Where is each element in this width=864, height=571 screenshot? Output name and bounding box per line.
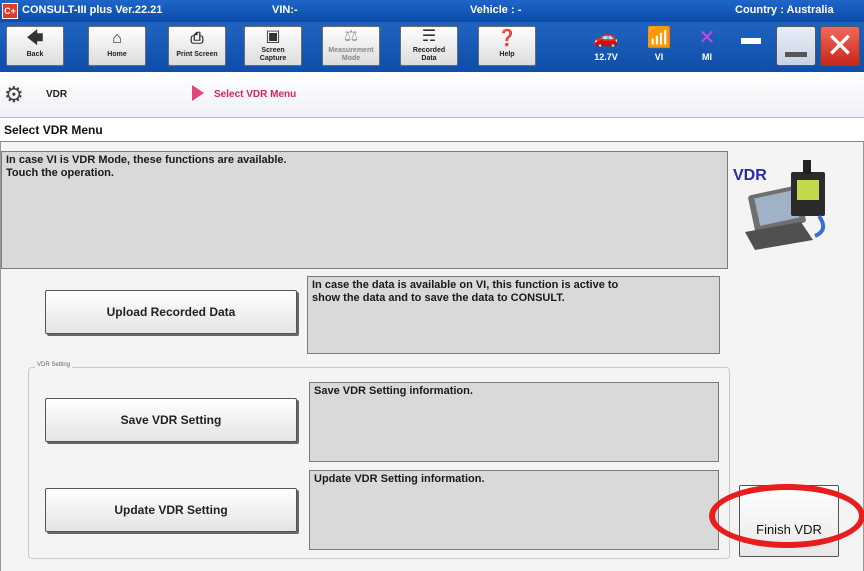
save-vdr-setting-button[interactable]: Save VDR Setting bbox=[45, 398, 297, 442]
breadcrumb: ⚙ VDR Select VDR Menu bbox=[0, 72, 864, 118]
measurement-icon: ⚖ bbox=[343, 28, 359, 45]
back-button[interactable]: 🡄 Back bbox=[6, 26, 64, 66]
app-title: CONSULT-III plus Ver.22.21 bbox=[22, 4, 163, 16]
toolbar: 🡄 Back ⌂ Home ⎙ Print Screen ▣ Screen Ca… bbox=[0, 22, 864, 72]
highlight-ring bbox=[709, 484, 864, 548]
help-icon: ❓ bbox=[497, 30, 517, 47]
back-arrow-icon: 🡄 bbox=[26, 30, 44, 47]
vehicle-label: Vehicle : - bbox=[470, 4, 522, 16]
save-description: Save VDR Setting information. bbox=[309, 382, 719, 462]
mi-disconnected-icon: ✕ bbox=[698, 27, 716, 49]
intro-box: In case VI is VDR Mode, these functions … bbox=[1, 151, 728, 269]
breadcrumb-current: Select VDR Menu bbox=[214, 89, 297, 100]
breadcrumb-arrow-icon bbox=[192, 85, 204, 101]
device-status: ▬ bbox=[736, 24, 766, 68]
update-vdr-setting-button[interactable]: Update VDR Setting bbox=[45, 488, 297, 532]
consult-logo-icon: C+ bbox=[2, 3, 18, 19]
minimize-button[interactable] bbox=[776, 26, 816, 66]
breadcrumb-vdr[interactable]: VDR bbox=[46, 89, 67, 100]
battery-status: 🚗 12.7V bbox=[586, 24, 626, 68]
update-description: Update VDR Setting information. bbox=[309, 470, 719, 550]
close-icon: ✕ bbox=[825, 27, 855, 65]
printer-icon: ⎙ bbox=[190, 30, 204, 47]
home-button[interactable]: ⌂ Home bbox=[88, 26, 146, 66]
vdr-logo-text: VDR bbox=[733, 167, 767, 184]
upload-recorded-data-button[interactable]: Upload Recorded Data bbox=[45, 290, 297, 334]
car-icon: 🚗 bbox=[593, 27, 619, 49]
main-panel: In case VI is VDR Mode, these functions … bbox=[0, 142, 864, 571]
measurement-mode-button[interactable]: ⚖ Measurement Mode bbox=[322, 26, 380, 66]
vi-status: 📶 VI bbox=[644, 24, 674, 68]
mi-status: ✕ MI bbox=[692, 24, 722, 68]
print-screen-button[interactable]: ⎙ Print Screen bbox=[168, 26, 226, 66]
device-icon: ▬ bbox=[741, 27, 761, 49]
vdr-device-icon: VDR bbox=[733, 160, 826, 250]
home-icon: ⌂ bbox=[112, 30, 122, 47]
vin-label: VIN:- bbox=[272, 4, 298, 16]
screen-capture-button[interactable]: ▣ Screen Capture bbox=[244, 26, 302, 66]
camera-icon: ▣ bbox=[265, 28, 281, 45]
signal-icon: 📶 bbox=[646, 27, 672, 49]
close-button[interactable]: ✕ bbox=[820, 26, 860, 66]
vdr-setting-group-label: VDR Setting bbox=[35, 362, 73, 368]
help-button[interactable]: ❓ Help bbox=[478, 26, 536, 66]
minimize-icon bbox=[785, 52, 807, 57]
recorded-data-icon: ☴ bbox=[421, 28, 437, 45]
page-title: Select VDR Menu bbox=[0, 118, 864, 142]
title-bar: C+ CONSULT-III plus Ver.22.21 VIN:- Vehi… bbox=[0, 0, 864, 22]
country-label: Country : Australia bbox=[735, 4, 834, 16]
recorded-data-button[interactable]: ☴ Recorded Data bbox=[400, 26, 458, 66]
vdr-tool-icon: ⚙ bbox=[4, 82, 24, 107]
upload-description: In case the data is available on VI, thi… bbox=[307, 276, 720, 354]
